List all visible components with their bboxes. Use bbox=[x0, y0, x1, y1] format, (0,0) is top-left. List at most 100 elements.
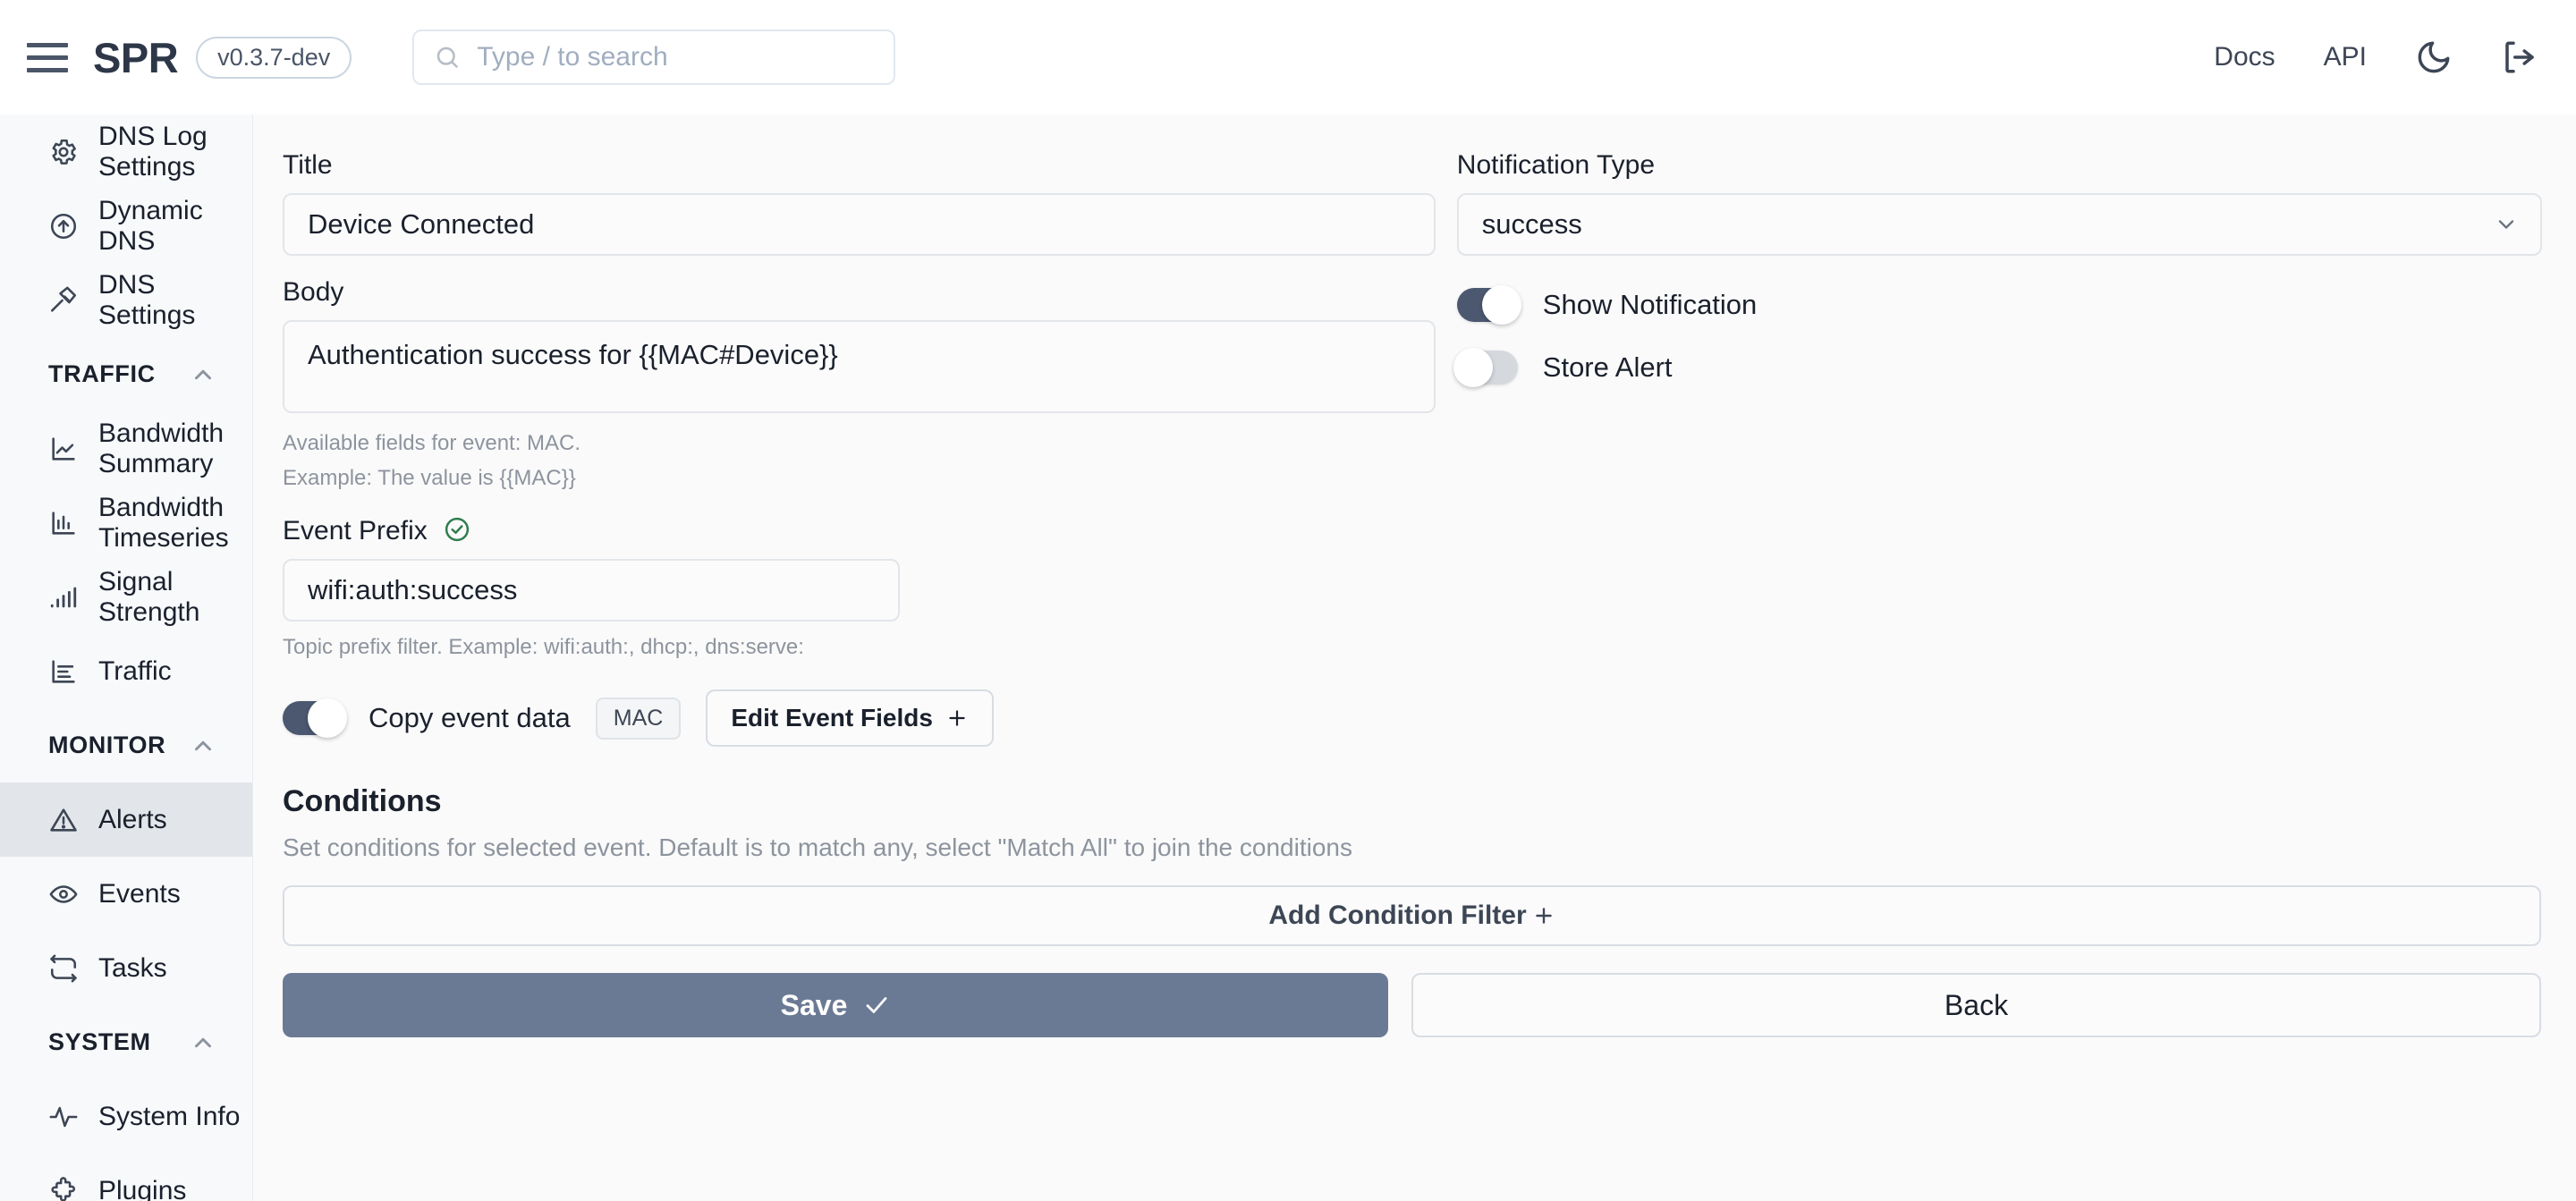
copy-event-data-toggle[interactable] bbox=[283, 698, 347, 739]
sidebar-item-label: Traffic bbox=[98, 655, 172, 686]
title-label: Title bbox=[283, 150, 333, 180]
body-hint-example: Example: The value is {{MAC}} bbox=[283, 465, 576, 490]
sidebar-item-bandwidth-summary[interactable]: Bandwidth Summary bbox=[0, 411, 252, 486]
sidebar-item-label: Signal Strength bbox=[98, 566, 200, 627]
bar-chart-icon bbox=[52, 511, 75, 535]
copy-event-data-label: Copy event data bbox=[369, 702, 571, 734]
sidebar-item-events[interactable]: Events bbox=[0, 857, 252, 931]
sidebar-item-label: Bandwidth Timeseries bbox=[98, 492, 229, 553]
show-notification-row[interactable]: Show Notification bbox=[1456, 285, 2542, 325]
sidebar-item-label: DNS Log Settings bbox=[98, 121, 208, 182]
store-alert-toggle[interactable] bbox=[1453, 348, 1518, 387]
sidebar-item-label: Tasks bbox=[98, 952, 167, 983]
store-alert-row[interactable]: Store Alert bbox=[1453, 348, 2542, 387]
show-notification-toggle[interactable] bbox=[1456, 285, 1521, 325]
add-condition-filter-label: Add Condition Filter bbox=[1268, 901, 1527, 931]
docs-link[interactable]: Docs bbox=[2214, 42, 2275, 72]
sidebar-item-label: DNS Settings bbox=[98, 269, 196, 330]
alert-triangle-icon bbox=[50, 808, 77, 832]
notification-type-select-wrapper[interactable] bbox=[1456, 193, 2542, 256]
body-textarea[interactable] bbox=[283, 320, 1436, 413]
search-icon bbox=[436, 47, 459, 69]
search-input[interactable] bbox=[477, 42, 875, 72]
add-condition-filter-button[interactable]: Add Condition Filter bbox=[283, 885, 2541, 947]
api-link[interactable]: API bbox=[2324, 42, 2367, 72]
sidebar-section-traffic[interactable]: TRAFFIC bbox=[0, 337, 252, 411]
edit-event-fields-button[interactable]: Edit Event Fields bbox=[706, 689, 994, 748]
alert-editor-form: Title Body Available fields for event: M… bbox=[253, 114, 2576, 1201]
event-prefix-hint: Topic prefix filter. Example: wifi:auth:… bbox=[283, 634, 804, 659]
edit-event-fields-label: Edit Event Fields bbox=[731, 704, 933, 732]
sidebar: DNS Log Settings Dynamic DNS DNS Setting… bbox=[0, 114, 253, 1201]
check-circle-icon bbox=[445, 517, 470, 541]
body-hint-available-fields: Available fields for event: MAC. bbox=[283, 431, 581, 455]
top-navigation-bar: SPR v0.3.7-dev Docs API bbox=[0, 0, 2576, 114]
sidebar-section-system[interactable]: SYSTEM bbox=[0, 1005, 252, 1079]
store-alert-label: Store Alert bbox=[1542, 351, 1673, 383]
sidebar-item-label: Plugins bbox=[98, 1175, 187, 1201]
form-action-buttons: Save Back bbox=[283, 973, 2542, 1038]
back-button-label: Back bbox=[1944, 988, 2009, 1021]
sidebar-item-system-info[interactable]: System Info bbox=[0, 1079, 252, 1154]
moon-icon[interactable] bbox=[2415, 38, 2453, 76]
conditions-heading: Conditions bbox=[283, 784, 442, 819]
conditions-description: Set conditions for selected event. Defau… bbox=[283, 833, 1352, 862]
notification-type-select[interactable] bbox=[1456, 193, 2542, 256]
event-prefix-label-row: Event Prefix bbox=[283, 516, 2542, 546]
sidebar-section-monitor[interactable]: MONITOR bbox=[0, 708, 252, 782]
sidebar-item-plugins[interactable]: Plugins bbox=[0, 1154, 252, 1201]
sidebar-item-label: Bandwidth Summary bbox=[98, 418, 225, 478]
body-label: Body bbox=[283, 277, 344, 307]
top-bar-actions: Docs API bbox=[2214, 38, 2538, 76]
sidebar-item-tasks[interactable]: Tasks bbox=[0, 931, 252, 1005]
sidebar-section-label: MONITOR bbox=[48, 732, 166, 758]
logout-icon[interactable] bbox=[2501, 38, 2538, 76]
chevron-up-icon bbox=[195, 740, 211, 750]
horizontal-bar-chart-icon bbox=[52, 659, 75, 683]
event-prefix-input[interactable] bbox=[283, 558, 900, 622]
chevron-up-icon bbox=[195, 1037, 211, 1047]
puzzle-icon bbox=[51, 1176, 75, 1201]
sidebar-item-dynamic-dns[interactable]: Dynamic DNS bbox=[0, 189, 252, 263]
hamburger-icon[interactable] bbox=[27, 37, 68, 78]
gear-icon bbox=[52, 139, 76, 165]
repeat-icon bbox=[50, 954, 77, 982]
signal-icon bbox=[50, 587, 77, 607]
eye-icon bbox=[49, 884, 78, 903]
sidebar-item-signal-strength[interactable]: Signal Strength bbox=[0, 560, 252, 634]
back-button[interactable]: Back bbox=[1411, 973, 2541, 1038]
save-button[interactable]: Save bbox=[283, 973, 1388, 1038]
line-chart-icon bbox=[52, 436, 75, 461]
chevron-up-icon bbox=[195, 369, 211, 379]
sidebar-section-label: TRAFFIC bbox=[48, 360, 156, 387]
notification-type-label: Notification Type bbox=[1456, 150, 1656, 180]
sidebar-item-label: System Info bbox=[98, 1101, 241, 1131]
left-form-column: Title Body Available fields for event: M… bbox=[283, 150, 1436, 495]
sidebar-section-label: SYSTEM bbox=[48, 1028, 151, 1055]
title-input[interactable] bbox=[283, 193, 1436, 256]
arrow-up-circle-icon bbox=[50, 213, 77, 239]
sidebar-item-dns-log-settings[interactable]: DNS Log Settings bbox=[0, 114, 252, 189]
sidebar-item-label: Dynamic DNS bbox=[98, 195, 203, 256]
brand-logo: SPR bbox=[93, 33, 179, 81]
sidebar-item-bandwidth-timeseries[interactable]: Bandwidth Timeseries bbox=[0, 486, 252, 560]
show-notification-label: Show Notification bbox=[1542, 289, 1758, 320]
activity-icon bbox=[49, 1106, 78, 1127]
plus-icon bbox=[1535, 908, 1552, 925]
sidebar-item-label: Events bbox=[98, 878, 181, 909]
event-prefix-label: Event Prefix bbox=[283, 515, 428, 546]
search-input-wrapper[interactable] bbox=[412, 30, 896, 85]
title-and-type-row: Title Body Available fields for event: M… bbox=[283, 150, 2542, 495]
save-button-label: Save bbox=[780, 988, 848, 1021]
sidebar-item-traffic[interactable]: Traffic bbox=[0, 634, 252, 708]
version-badge: v0.3.7-dev bbox=[196, 36, 352, 79]
check-icon bbox=[866, 997, 887, 1014]
sidebar-item-alerts[interactable]: Alerts bbox=[0, 782, 252, 857]
event-field-chip-mac[interactable]: MAC bbox=[595, 697, 682, 740]
right-form-column: Notification Type Show Notification Stor… bbox=[1453, 150, 2542, 495]
sidebar-item-dns-settings[interactable]: DNS Settings bbox=[0, 263, 252, 337]
hammer-icon bbox=[50, 286, 77, 312]
plus-icon bbox=[949, 710, 965, 727]
conditions-section: Conditions Set conditions for selected e… bbox=[283, 784, 2542, 947]
sidebar-item-label: Alerts bbox=[98, 804, 167, 834]
